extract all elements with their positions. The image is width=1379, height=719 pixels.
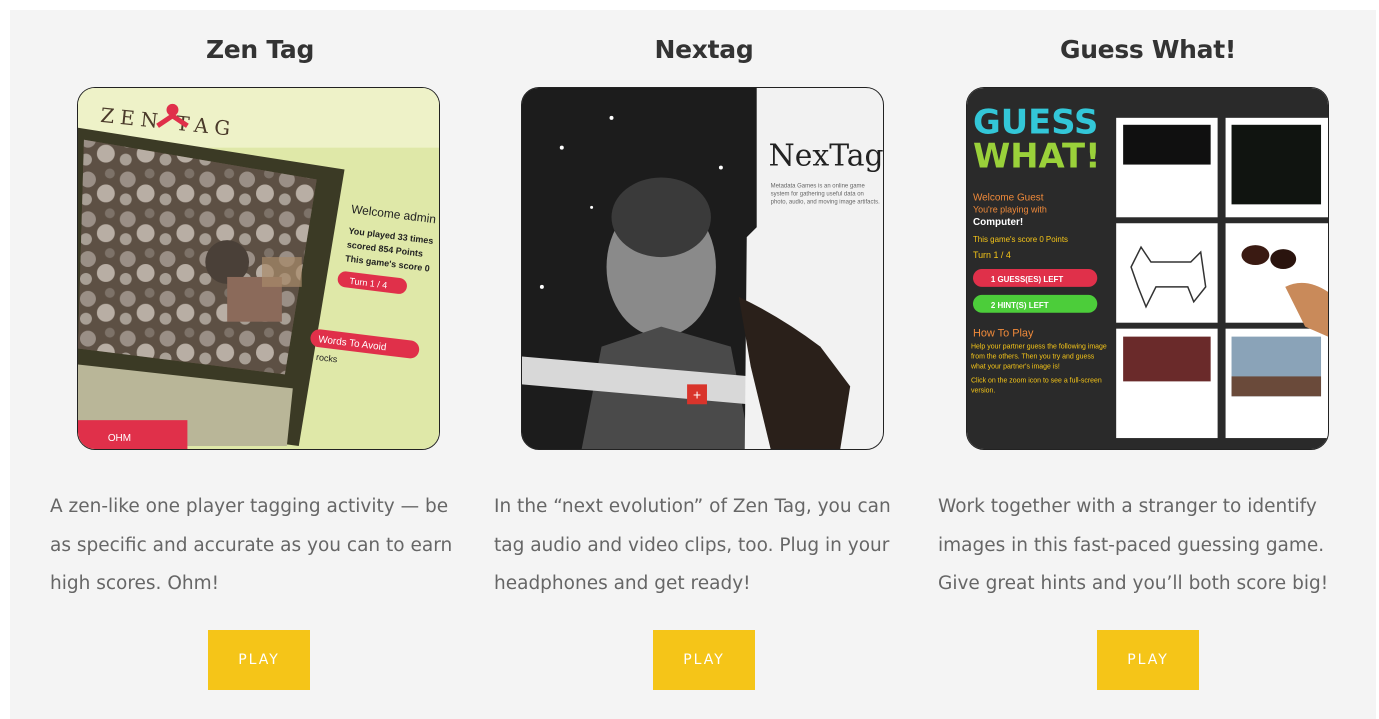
hints-left: 2 HINT(S) LEFT <box>991 301 1049 310</box>
how-to-text: Help your partner guess the following im… <box>970 343 1107 371</box>
nextag-screenshot-art: + NexTag Metadata Games is an online gam… <box>522 88 883 449</box>
game-title: Guess What! <box>1059 35 1237 64</box>
how-to-title: How To Play <box>973 328 1034 340</box>
game-title: Zen Tag <box>205 35 315 64</box>
ohm-label: OHM <box>108 433 131 444</box>
guesses-left: 1 GUESS(ES) LEFT <box>991 275 1063 284</box>
game-screenshot-nextag[interactable]: + NexTag Metadata Games is an online gam… <box>521 87 884 450</box>
play-button-nextag[interactable]: PLAY <box>653 630 755 690</box>
score-text: This game's score 0 Points <box>973 235 1068 244</box>
nextag-logo-text: NexTag <box>769 139 883 174</box>
play-button-guess-what[interactable]: PLAY <box>1097 630 1199 690</box>
guess-what-screenshot-art: GUESS WHAT! Welcome Guest You're playing… <box>967 88 1328 449</box>
game-description: A zen-like one player tagging activity —… <box>50 496 453 594</box>
game-screenshot-zen-tag[interactable]: ZEN TAG OHM Welcome admin You played 33 … <box>77 87 440 450</box>
game-description: Work together with a stranger to identif… <box>938 496 1329 594</box>
game-screenshot-guess-what[interactable]: GUESS WHAT! Welcome Guest You're playing… <box>966 87 1329 450</box>
zen-tag-screenshot-art: ZEN TAG OHM Welcome admin You played 33 … <box>78 88 439 449</box>
nextag-blurb: Metadata Games is an online game system … <box>770 183 880 206</box>
guess-logo-line2: WHAT! <box>973 137 1101 176</box>
turn-text: Turn 1 / 4 <box>973 250 1011 260</box>
playing-with-text: You're playing with <box>973 204 1047 214</box>
play-button-zen-tag[interactable]: PLAY <box>208 630 310 690</box>
game-showcase: Zen Tag ZEN TAG OHM Welcome admin You pl… <box>10 10 1376 719</box>
game-title: Nextag <box>654 35 754 64</box>
zoom-text: Click on the zoom icon to see a full-scr… <box>970 377 1102 395</box>
svg-text:+: + <box>693 386 701 402</box>
partner-text: Computer! <box>973 217 1023 228</box>
welcome-text: Welcome Guest <box>973 192 1044 203</box>
game-description: In the “next evolution” of Zen Tag, you … <box>494 496 891 594</box>
